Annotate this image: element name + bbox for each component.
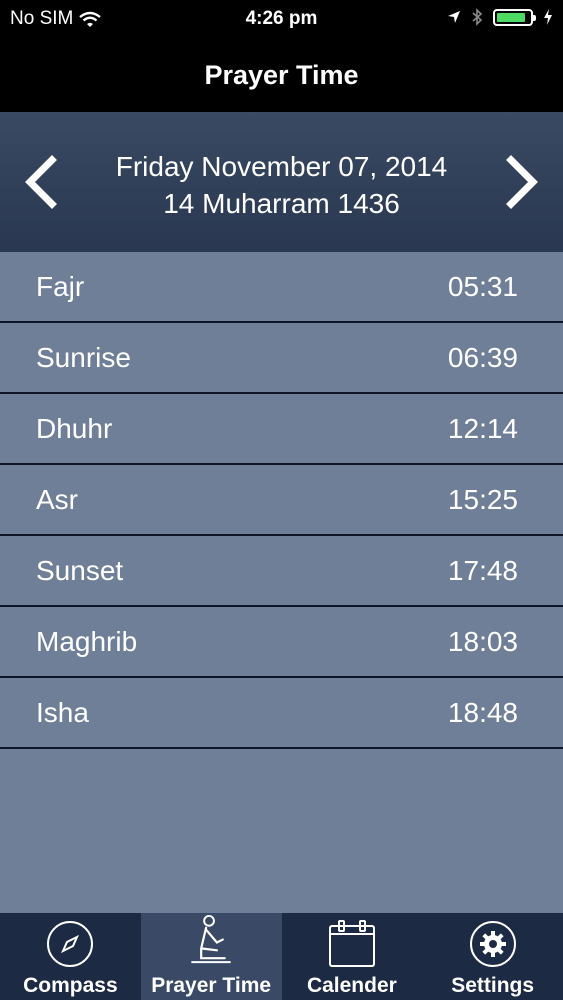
- prayer-time: 18:48: [447, 696, 518, 728]
- compass-icon: [47, 921, 94, 967]
- tab-compass[interactable]: Compass: [0, 913, 141, 1000]
- next-day-button[interactable]: [497, 152, 547, 212]
- page-title: Prayer Time: [204, 59, 359, 90]
- prayer-row-sunset[interactable]: Sunset 17:48: [0, 536, 563, 607]
- gear-icon: [469, 921, 516, 967]
- prayer-name: Fajr: [36, 270, 85, 302]
- chevron-right-icon: [506, 155, 538, 209]
- tab-label: Calender: [306, 974, 397, 997]
- prayer-time: 18:03: [447, 625, 518, 657]
- prayer-name: Asr: [36, 483, 78, 515]
- prayer-row-dhuhr[interactable]: Dhuhr 12:14: [0, 394, 563, 465]
- prayer-name: Dhuhr: [36, 412, 113, 444]
- prayer-row-maghrib[interactable]: Maghrib 18:03: [0, 607, 563, 678]
- prayer-row-asr[interactable]: Asr 15:25: [0, 465, 563, 536]
- calendar-icon: [328, 920, 375, 967]
- battery-level: [497, 12, 526, 22]
- tab-calender[interactable]: Calender: [282, 913, 423, 1000]
- tab-label: Settings: [451, 974, 535, 997]
- battery-icon: [493, 8, 536, 26]
- prayer-name: Maghrib: [36, 625, 138, 657]
- prayer-row-fajr[interactable]: Fajr 05:31: [0, 252, 563, 323]
- previous-day-button[interactable]: [16, 152, 66, 212]
- prayer-time: 05:31: [447, 270, 518, 302]
- date-display: Friday November 07, 2014 14 Muharram 143…: [80, 148, 483, 222]
- praying-person-icon: [191, 914, 231, 964]
- tab-prayer-time[interactable]: Prayer Time: [140, 913, 282, 1000]
- location-arrow-icon: [448, 11, 460, 23]
- charging-bolt-icon: [544, 9, 552, 25]
- prayer-time: 06:39: [447, 341, 518, 373]
- tab-bar: Compass Prayer Time Calender Settings: [0, 913, 563, 1000]
- prayer-name: Sunrise: [36, 341, 131, 373]
- tab-label: Prayer Time: [151, 974, 272, 997]
- navigation-bar: Prayer Time: [0, 38, 563, 112]
- prayer-time: 15:25: [447, 483, 518, 515]
- tab-label: Compass: [23, 974, 118, 997]
- prayer-times-list: Fajr 05:31 Sunrise 06:39 Dhuhr 12:14 Asr…: [0, 252, 563, 749]
- prayer-row-isha[interactable]: Isha 18:48: [0, 678, 563, 749]
- bluetooth-icon: [472, 8, 483, 26]
- tab-settings[interactable]: Settings: [422, 913, 563, 1000]
- date-header: Friday November 07, 2014 14 Muharram 143…: [0, 112, 563, 252]
- status-bar: No SIM 4:26 pm: [0, 0, 563, 38]
- prayer-time: 12:14: [447, 412, 518, 444]
- chevron-left-icon: [25, 155, 57, 209]
- prayer-name: Isha: [36, 696, 89, 728]
- prayer-row-sunrise[interactable]: Sunrise 06:39: [0, 323, 563, 394]
- status-icons: [447, 8, 553, 26]
- gregorian-date: Friday November 07, 2014: [115, 151, 448, 182]
- hijri-date: 14 Muharram 1436: [163, 188, 400, 219]
- prayer-name: Sunset: [36, 554, 124, 586]
- prayer-time: 17:48: [447, 554, 518, 586]
